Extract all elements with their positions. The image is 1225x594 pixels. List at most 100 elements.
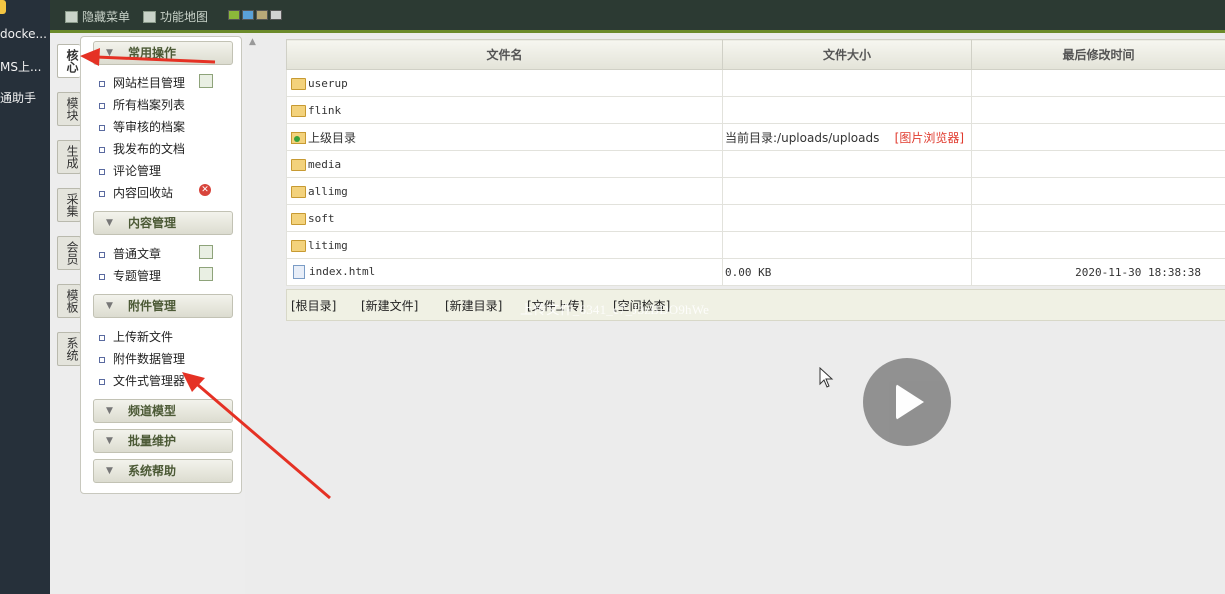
add-icon[interactable]: [199, 74, 213, 88]
file-mtime-cell: [971, 69, 1225, 97]
chevron-down-icon: ▼: [106, 218, 113, 228]
table-row-parent-dir: 上级目录 当前目录:/uploads/uploads [图片浏览器]: [286, 123, 1225, 151]
bullet-icon: [99, 190, 105, 197]
file-mtime-cell: [971, 204, 1225, 232]
file-size-cell: [722, 231, 972, 259]
file-name-cell[interactable]: media: [286, 150, 723, 178]
section-channel-models[interactable]: ▼ 频道模型: [93, 399, 233, 423]
new-dir-link[interactable]: [新建目录]: [445, 297, 502, 314]
section-content-manage[interactable]: ▼ 内容管理: [93, 211, 233, 235]
video-play-button[interactable]: [863, 358, 951, 446]
bullet-icon: [99, 102, 105, 109]
bullet-icon: [99, 334, 105, 341]
file-table: 文件名 文件大小 最后修改时间 userup flink 上级目录 当前目录:/…: [286, 39, 1225, 286]
section-attachments[interactable]: ▼ 附件管理: [93, 294, 233, 318]
folder-icon: [291, 77, 306, 90]
section-common-ops[interactable]: ▼ 常用操作: [93, 41, 233, 65]
menu-item-comments[interactable]: 评论管理: [99, 162, 161, 179]
chevron-down-icon: ▼: [106, 436, 113, 446]
file-name-cell[interactable]: userup: [286, 69, 723, 97]
menu-item-file-manager[interactable]: 文件式管理器: [99, 372, 185, 389]
folder-icon: [291, 104, 306, 117]
theme-swatch-blue[interactable]: [242, 10, 254, 20]
file-mtime-cell: [971, 96, 1225, 124]
host-indicator: [0, 0, 6, 14]
menu-item-column-manage[interactable]: 网站栏目管理: [99, 74, 213, 91]
parent-dir-cell[interactable]: 上级目录: [286, 123, 723, 151]
host-item-3[interactable]: 通助手: [0, 89, 50, 106]
delete-icon[interactable]: ✕: [199, 184, 211, 196]
bullet-icon: [99, 378, 105, 385]
col-mtime[interactable]: 最后修改时间: [971, 39, 1225, 70]
file-name-cell[interactable]: index.html: [286, 258, 723, 286]
table-row: media: [286, 150, 1225, 178]
root-dir-link[interactable]: [根目录]: [291, 297, 336, 314]
file-name-cell[interactable]: soft: [286, 204, 723, 232]
menu-item-my-docs[interactable]: 我发布的文档: [99, 140, 185, 157]
table-header-row: 文件名 文件大小 最后修改时间: [286, 39, 1225, 70]
top-toolbar: 隐藏菜单 功能地图: [50, 0, 1225, 33]
menu-item-all-archives[interactable]: 所有档案列表: [99, 96, 185, 113]
file-mtime-cell: [971, 231, 1225, 259]
new-file-link[interactable]: [新建文件]: [361, 297, 418, 314]
video-watermark-text: 上传文件_6341_c7_J3zBDO9hWe: [520, 302, 710, 317]
image-browser-link[interactable]: [图片浏览器]: [895, 131, 964, 145]
collapse-arrow-icon[interactable]: ▲: [249, 37, 256, 47]
bullet-icon: [99, 80, 105, 87]
tab-collect[interactable]: 采集: [57, 188, 81, 222]
host-item-1[interactable]: docke...: [0, 27, 50, 41]
tab-generate[interactable]: 生成: [57, 140, 81, 174]
bullet-icon: [99, 124, 105, 131]
bullet-icon: [99, 168, 105, 175]
table-row: flink: [286, 96, 1225, 124]
table-row: soft: [286, 204, 1225, 232]
section-batch-maintain[interactable]: ▼ 批量维护: [93, 429, 233, 453]
tab-templates[interactable]: 模板: [57, 284, 81, 318]
bullet-icon: [99, 251, 105, 258]
file-name-cell[interactable]: litimg: [286, 231, 723, 259]
col-filesize[interactable]: 文件大小: [722, 39, 972, 70]
folder-up-icon: [291, 132, 306, 144]
bullet-icon: [99, 146, 105, 153]
main-content: ▲ 文件名 文件大小 最后修改时间 userup flink 上级目录 当前目录…: [245, 33, 1225, 594]
file-mtime-cell: 2020-11-30 18:38:38: [971, 258, 1225, 286]
folder-icon: [291, 212, 306, 225]
theme-swatch-gray[interactable]: [270, 10, 282, 20]
current-dir-cell: 当前目录:/uploads/uploads [图片浏览器]: [722, 123, 972, 151]
add-icon[interactable]: [199, 245, 213, 259]
file-mtime-cell: [971, 123, 1225, 151]
file-name-cell[interactable]: flink: [286, 96, 723, 124]
menu-item-recycle-bin[interactable]: 内容回收站 ✕: [99, 184, 211, 201]
menu-item-pending-archives[interactable]: 等审核的档案: [99, 118, 185, 135]
play-icon: [896, 384, 924, 420]
host-item-2[interactable]: MS上...: [0, 58, 50, 75]
theme-swatch-green[interactable]: [228, 10, 240, 20]
sidebar-menu: ▼ 常用操作 网站栏目管理 所有档案列表 等审核的档案 我发布的文档 评论管理 …: [80, 36, 242, 494]
mouse-cursor-icon: [819, 367, 834, 388]
menu-item-attachment-data[interactable]: 附件数据管理: [99, 350, 185, 367]
tab-members[interactable]: 会员: [57, 236, 81, 270]
add-icon[interactable]: [199, 267, 213, 281]
bullet-icon: [99, 273, 105, 280]
folder-icon: [291, 185, 306, 198]
table-row: userup: [286, 69, 1225, 97]
menu-item-articles[interactable]: 普通文章: [99, 245, 213, 262]
tab-system[interactable]: 系统: [57, 332, 81, 366]
theme-swatch-tan[interactable]: [256, 10, 268, 20]
chevron-down-icon: ▼: [106, 301, 113, 311]
chevron-down-icon: ▼: [106, 466, 113, 476]
section-system-help[interactable]: ▼ 系统帮助: [93, 459, 233, 483]
tab-core[interactable]: 核心: [57, 44, 80, 78]
file-size-cell: [722, 177, 972, 205]
tab-modules[interactable]: 模块: [57, 92, 81, 126]
file-name-cell[interactable]: allimg: [286, 177, 723, 205]
file-mtime-cell: [971, 177, 1225, 205]
hide-menu-button[interactable]: 隐藏菜单: [65, 8, 130, 25]
col-filename[interactable]: 文件名: [286, 39, 723, 70]
chevron-down-icon: ▼: [106, 406, 113, 416]
file-actions-bar: [根目录] [新建文件] [新建目录] [文件上传] [空间检查] 上传文件_6…: [286, 289, 1225, 321]
file-size-cell: [722, 150, 972, 178]
menu-item-topics[interactable]: 专题管理: [99, 267, 213, 284]
menu-item-upload-file[interactable]: 上传新文件: [99, 328, 173, 345]
site-map-button[interactable]: 功能地图: [143, 8, 208, 25]
